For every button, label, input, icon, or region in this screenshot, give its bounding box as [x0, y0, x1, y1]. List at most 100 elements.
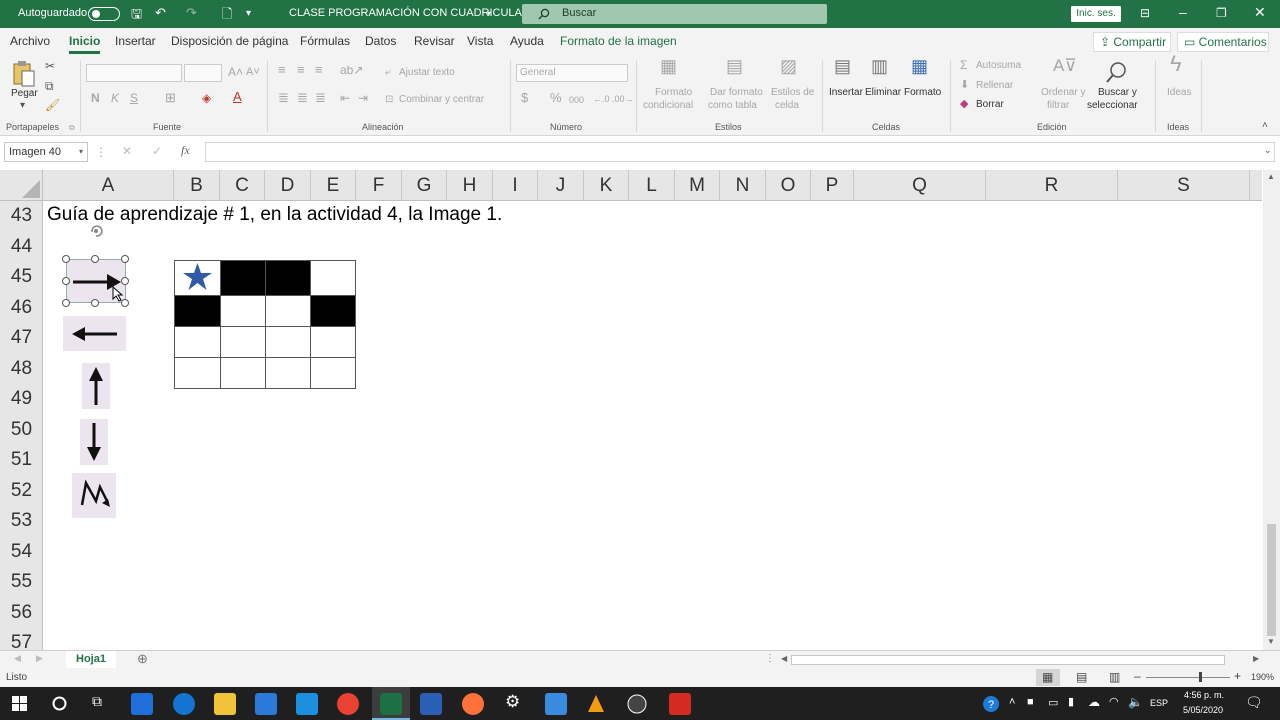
- cancel-entry-icon[interactable]: ✕: [122, 144, 132, 158]
- board-cell-black[interactable]: [310, 295, 356, 327]
- align-left-icon[interactable]: ≣: [278, 91, 289, 104]
- align-top-icon[interactable]: ≡: [278, 63, 286, 76]
- cortana-icon[interactable]: [52, 696, 67, 711]
- cell-styles-label-2[interactable]: celda: [775, 100, 799, 112]
- col-header-q[interactable]: Q: [854, 170, 986, 201]
- resize-handle-n[interactable]: [91, 255, 99, 263]
- currency-icon[interactable]: $: [521, 91, 528, 104]
- word-app-icon[interactable]: [420, 693, 442, 715]
- cell-styles-label-1[interactable]: Estilos de: [771, 87, 814, 99]
- arrow-up-image[interactable]: [82, 363, 110, 409]
- increase-indent-icon[interactable]: ⇥: [358, 92, 368, 104]
- col-header-m[interactable]: M: [675, 170, 720, 201]
- board-cell-white[interactable]: [265, 295, 311, 327]
- tab-splitter-icon[interactable]: ⋮: [765, 653, 775, 664]
- clock-time[interactable]: 4:56 p. m.: [1184, 690, 1224, 700]
- board-cell-white[interactable]: [174, 326, 221, 358]
- tab-ayuda[interactable]: Ayuda: [510, 34, 544, 48]
- increase-decimal-icon[interactable]: ←.0: [593, 93, 610, 105]
- align-center-icon[interactable]: ≣: [297, 91, 308, 104]
- delete-cells-button[interactable]: Eliminar: [865, 87, 901, 99]
- collapse-ribbon-icon[interactable]: ˄: [1262, 120, 1268, 132]
- board-cell-white[interactable]: [265, 326, 311, 358]
- italic-button[interactable]: K: [111, 92, 119, 104]
- close-icon[interactable]: ✕: [1254, 4, 1266, 21]
- undo-icon[interactable]: ↶: [155, 5, 166, 21]
- borders-icon[interactable]: ⊞: [165, 91, 176, 104]
- row-header-45[interactable]: 45: [0, 262, 43, 292]
- chrome-browser-icon[interactable]: [337, 693, 359, 715]
- row-header-52[interactable]: 52: [0, 476, 43, 506]
- onedrive-icon[interactable]: ☁: [1088, 695, 1100, 709]
- paste-button[interactable]: Pegar: [11, 88, 38, 100]
- row-header-57[interactable]: 57: [0, 628, 43, 650]
- tab-disposicion[interactable]: Disposición de página: [171, 34, 288, 48]
- col-header-g[interactable]: G: [402, 170, 447, 201]
- board-cell-star[interactable]: [174, 260, 221, 296]
- volume-icon[interactable]: 🔈: [1128, 695, 1143, 709]
- acrobat-reader-icon[interactable]: [669, 693, 691, 715]
- tab-archivo[interactable]: Archivo: [10, 34, 50, 48]
- tab-formato-imagen[interactable]: Formato de la imagen: [560, 34, 677, 48]
- format-table-label-2[interactable]: como tabla: [708, 100, 757, 112]
- scroll-down-icon[interactable]: ▼: [1267, 637, 1275, 646]
- redo-icon[interactable]: ↷: [186, 5, 197, 21]
- font-name-combo[interactable]: [86, 64, 182, 82]
- row-header-48[interactable]: 48: [0, 354, 43, 384]
- vertical-scrollbar[interactable]: ▲ ▼: [1263, 170, 1280, 650]
- row-header-50[interactable]: 50: [0, 415, 43, 445]
- shrink-font-icon[interactable]: A˅: [246, 66, 260, 78]
- merge-center-button[interactable]: Combinar y centrar: [399, 94, 484, 106]
- col-header-s[interactable]: S: [1118, 170, 1250, 201]
- worksheet-grid[interactable]: A B C D E F G H I J K L M N O P Q R S 43…: [0, 170, 1280, 650]
- zoom-out-icon[interactable]: –: [1134, 669, 1141, 683]
- board-cell-white[interactable]: [174, 357, 221, 389]
- help-icon[interactable]: ?: [982, 695, 1000, 713]
- board-cell-black[interactable]: [265, 260, 311, 296]
- percent-icon[interactable]: %: [550, 91, 562, 104]
- bold-button[interactable]: N: [91, 92, 100, 104]
- fill-button[interactable]: Rellenar: [976, 80, 1013, 92]
- horizontal-scroll-thumb[interactable]: [791, 655, 1225, 665]
- task-view-icon[interactable]: ⧉: [92, 693, 102, 710]
- board-cell-white[interactable]: [220, 357, 266, 389]
- prev-sheet-icon[interactable]: ◀: [14, 653, 21, 664]
- sort-filter-label-1[interactable]: Ordenar y: [1041, 87, 1085, 99]
- tab-revisar[interactable]: Revisar: [414, 34, 455, 48]
- zoom-in-icon[interactable]: +: [1234, 669, 1241, 683]
- tab-vista[interactable]: Vista: [467, 34, 493, 48]
- format-painter-icon[interactable]: 🖌: [45, 99, 60, 111]
- sort-filter-label-2[interactable]: filtrar: [1047, 100, 1069, 112]
- sign-in-button[interactable]: Inic. ses.: [1071, 6, 1121, 22]
- zoom-slider-thumb[interactable]: [1199, 672, 1202, 682]
- share-button[interactable]: ⇪ Compartir: [1093, 32, 1171, 52]
- col-header-d[interactable]: D: [265, 170, 311, 201]
- thousands-icon[interactable]: 000: [569, 94, 584, 106]
- tab-inicio[interactable]: Inicio: [69, 34, 101, 54]
- row-header-53[interactable]: 53: [0, 506, 43, 536]
- board-cell-white[interactable]: [220, 326, 266, 358]
- clipboard-launcher-icon[interactable]: ⧉: [69, 122, 75, 134]
- board-cell-white[interactable]: [310, 357, 356, 389]
- col-header-a[interactable]: A: [43, 170, 174, 201]
- scroll-right-icon[interactable]: ▶: [1253, 654, 1259, 663]
- col-header-n[interactable]: N: [720, 170, 766, 201]
- board-cell-white[interactable]: [310, 326, 356, 358]
- edge-browser-icon[interactable]: [173, 693, 195, 715]
- find-select-label-1[interactable]: Buscar y: [1098, 87, 1137, 99]
- minimize-icon[interactable]: –: [1179, 4, 1187, 20]
- excel-taskbar-button[interactable]: [372, 687, 410, 720]
- expand-formula-bar-icon[interactable]: ⌄: [1264, 145, 1272, 156]
- col-header-b[interactable]: B: [174, 170, 220, 201]
- comments-button[interactable]: ▭ Comentarios: [1177, 32, 1269, 52]
- obs-studio-icon[interactable]: [627, 694, 647, 714]
- conditional-format-label-2[interactable]: condicional: [643, 100, 693, 112]
- insert-cells-button[interactable]: Insertar: [829, 87, 863, 99]
- format-table-label-1[interactable]: Dar formato: [710, 87, 763, 99]
- save-icon[interactable]: 🖫: [131, 5, 142, 27]
- scroll-up-icon[interactable]: ▲: [1267, 172, 1275, 181]
- align-bottom-icon[interactable]: ≡: [315, 63, 323, 76]
- fill-color-icon[interactable]: ◈: [202, 92, 211, 104]
- store-app-icon[interactable]: [255, 693, 277, 715]
- page-break-icon[interactable]: ▥: [1109, 670, 1120, 684]
